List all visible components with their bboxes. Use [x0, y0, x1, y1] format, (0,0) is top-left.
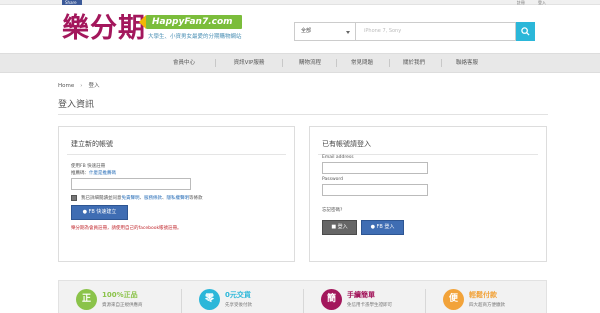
- genuine-icon: 正: [76, 289, 97, 310]
- nav-divider: [441, 59, 442, 67]
- feature-title: 輕鬆付款: [469, 291, 497, 299]
- divider: [67, 154, 286, 155]
- search-icon: [521, 27, 530, 36]
- register-panel: 建立新的帳號 使用FB 快速註冊 推薦碼：什麼是推薦碼 我已詳細閱讀並同意免責聲…: [58, 126, 295, 262]
- search-button[interactable]: [516, 22, 535, 41]
- nav-item-contact[interactable]: 聯絡客服: [449, 54, 485, 72]
- feature-desc: 先享受後付款: [225, 303, 252, 308]
- nav-item-member-center[interactable]: 會員中心: [166, 54, 202, 72]
- feature-desc: 資源來自正規供應商: [102, 303, 143, 308]
- nav-divider: [336, 59, 337, 67]
- zero-payment-icon: 零: [199, 289, 220, 310]
- nav-divider: [215, 59, 216, 67]
- main-nav: 會員中心 資訊VIP服務 購物流程 常見問題 關於我們 聯絡客服: [0, 53, 600, 73]
- register-title: 建立新的帳號: [71, 140, 113, 148]
- login-button[interactable]: ■ 登入: [322, 220, 357, 235]
- register-warning: 樂分期為會員註冊，請使用自己的facebook帳號註冊。: [71, 226, 182, 231]
- features-strip: 正 100%正品 資源來自正規供應商 零 0元交貨 先享受後付款 簡 手續簡單 …: [58, 280, 547, 313]
- search-category-select[interactable]: 全部: [294, 22, 356, 41]
- nav-item-faq[interactable]: 常見問題: [344, 54, 380, 72]
- feature-desc: 四大超商方便繳款: [469, 303, 505, 308]
- simple-process-icon: 簡: [321, 289, 342, 310]
- chevron-right-icon: ›: [80, 83, 83, 89]
- email-field[interactable]: [322, 162, 428, 174]
- divider: [181, 289, 182, 313]
- register-link[interactable]: 註冊: [517, 0, 525, 5]
- referral-label: 推薦碼：: [71, 171, 89, 176]
- fb-register-hint: 使用FB 快速註冊: [71, 164, 106, 169]
- nav-divider: [282, 59, 283, 67]
- nav-item-shopping-flow[interactable]: 購物流程: [292, 54, 328, 72]
- logo-slogan: 大學生、小資男女最愛的分期購物網站: [148, 34, 242, 40]
- logo-brand: 樂分期: [62, 13, 146, 44]
- email-label: Email address: [322, 155, 354, 160]
- agree-terms-checkbox[interactable]: [71, 195, 77, 201]
- login-title: 已有帳號請登入: [322, 140, 371, 148]
- referral-help-link[interactable]: 什麼是推薦碼: [89, 171, 116, 176]
- login-link[interactable]: 登入: [538, 0, 546, 5]
- chevron-down-icon: [346, 31, 350, 34]
- agree-suffix: 等條款: [189, 196, 203, 201]
- breadcrumb-current: 登入: [88, 83, 100, 89]
- nav-item-vip-service[interactable]: 資訊VIP服務: [226, 54, 272, 72]
- fb-register-button[interactable]: ● FB 快速建立: [71, 205, 128, 220]
- site-logo[interactable]: 樂分期 HappyFan7.com 大學生、小資男女最愛的分期購物網站: [62, 12, 272, 46]
- feature-desc: 免信用卡憑學生證即可: [347, 303, 392, 308]
- password-field[interactable]: [322, 184, 428, 196]
- easy-payment-icon: 便: [443, 289, 464, 310]
- privacy-link[interactable]: 隱私權聲明: [167, 196, 190, 201]
- nav-divider: [389, 59, 390, 67]
- fb-login-label: FB 登入: [376, 224, 395, 230]
- search-input[interactable]: iPhone 7, Sony: [356, 22, 516, 41]
- password-label: Password: [322, 177, 344, 182]
- fb-login-button[interactable]: ● FB 登入: [361, 220, 404, 235]
- feature-title: 0元交貨: [225, 291, 251, 299]
- agree-terms-text: 我已詳細閱讀並同意免責聲明、服務條款、隱私權聲明等條款: [81, 196, 203, 201]
- top-bar: Share 註冊 登入: [0, 0, 600, 5]
- login-button-label: 登入: [337, 224, 348, 230]
- breadcrumb: Home › 登入: [58, 81, 99, 89]
- divider: [425, 289, 426, 313]
- forgot-password-link[interactable]: 忘記密碼?: [322, 207, 342, 213]
- divider: [58, 114, 548, 115]
- divider: [303, 289, 304, 313]
- search-category-value: 全部: [301, 28, 312, 34]
- disclaimer-link[interactable]: 免責聲明: [122, 196, 140, 201]
- breadcrumb-home[interactable]: Home: [58, 83, 74, 89]
- terms-link[interactable]: 服務條款: [144, 196, 162, 201]
- fb-register-label: FB 快速建立: [88, 209, 117, 215]
- feature-title: 手續簡單: [347, 291, 375, 299]
- agree-prefix: 我已詳細閱讀並同意: [81, 196, 122, 201]
- page-title: 登入資訊: [58, 100, 95, 110]
- facebook-share-button[interactable]: Share: [62, 0, 82, 5]
- feature-title: 100%正品: [102, 291, 138, 299]
- login-panel: 已有帳號請登入 Email address Password 忘記密碼? ■ 登…: [309, 126, 547, 262]
- logo-badge: HappyFan7.com: [139, 15, 242, 29]
- search-bar: 全部 iPhone 7, Sony: [294, 22, 535, 41]
- nav-item-about[interactable]: 關於我們: [396, 54, 432, 72]
- top-links: 註冊 登入: [505, 0, 546, 5]
- referral-row: 推薦碼：什麼是推薦碼: [71, 170, 116, 176]
- referral-code-input[interactable]: [71, 178, 191, 190]
